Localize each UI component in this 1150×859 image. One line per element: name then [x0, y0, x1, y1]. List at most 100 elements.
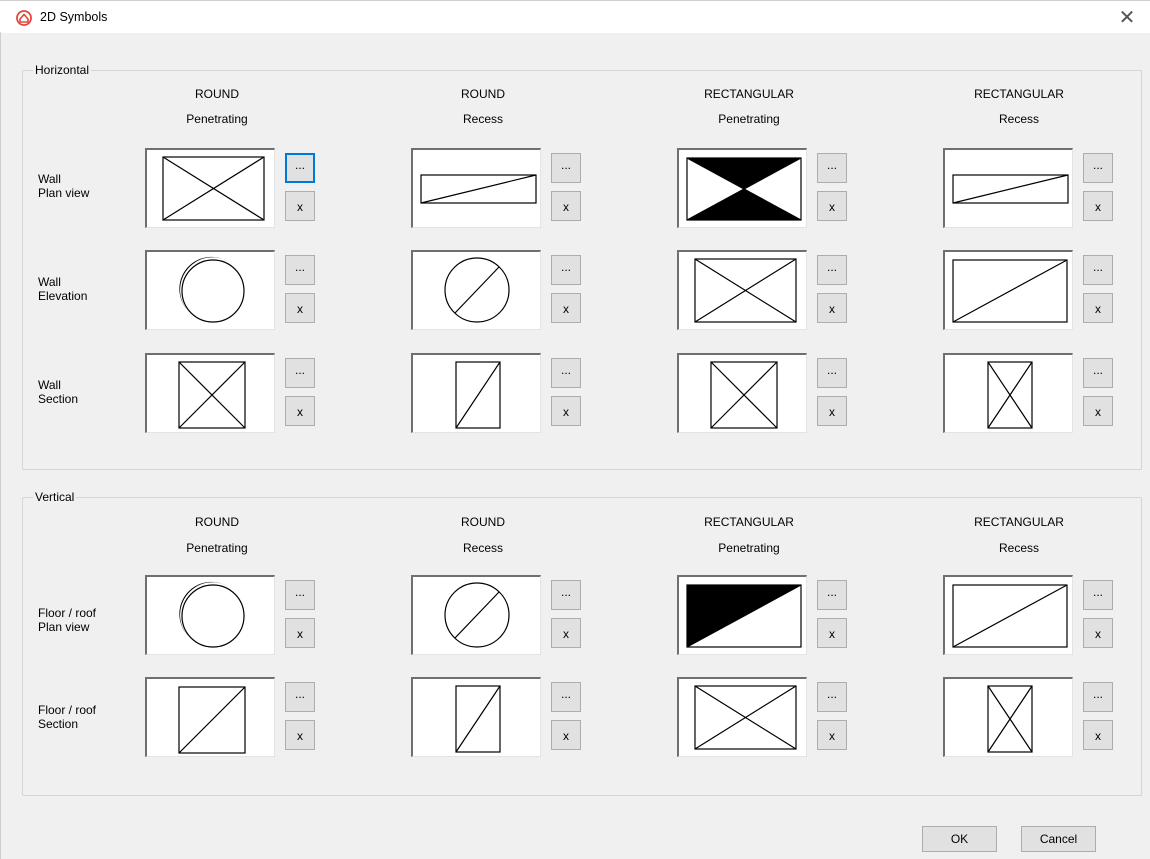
column-type-header: Recess [998, 112, 1039, 126]
symbol-preview [943, 677, 1073, 757]
clear-symbol-button[interactable]: x [551, 618, 581, 648]
close-button[interactable]: ✕ [1104, 1, 1150, 33]
clear-symbol-button[interactable]: x [817, 191, 847, 221]
browse-symbol-button[interactable]: ... [551, 153, 581, 183]
browse-symbol-button[interactable]: ... [285, 580, 315, 610]
symbol-preview [145, 575, 275, 655]
row-label: Wall Elevation [38, 275, 88, 303]
square-x-symbol-icon [178, 361, 246, 429]
symbol-preview [943, 250, 1073, 330]
bowtie-filled-symbol-icon [686, 157, 802, 221]
clear-symbol-button[interactable]: x [817, 293, 847, 323]
column-shape-header: ROUND [195, 515, 239, 529]
browse-symbol-button[interactable]: ... [551, 358, 581, 388]
browse-symbol-button[interactable]: ... [285, 255, 315, 285]
clear-icon: x [297, 405, 303, 419]
clear-symbol-button[interactable]: x [285, 720, 315, 750]
column-shape-header: ROUND [461, 87, 505, 101]
clear-symbol-button[interactable]: x [817, 396, 847, 426]
clear-symbol-button[interactable]: x [285, 293, 315, 323]
clear-icon: x [829, 729, 835, 743]
ellipsis-icon: ... [826, 363, 837, 377]
browse-symbol-button[interactable]: ... [285, 682, 315, 712]
browse-symbol-button[interactable]: ... [817, 682, 847, 712]
column-type-header: Recess [462, 541, 503, 555]
clear-symbol-button[interactable]: x [551, 720, 581, 750]
row-label: Wall Plan view [38, 172, 90, 200]
clear-symbol-button[interactable]: x [817, 720, 847, 750]
browse-symbol-button[interactable]: ... [1083, 255, 1113, 285]
ellipsis-icon: ... [826, 158, 837, 172]
clear-symbol-button[interactable]: x [1083, 618, 1113, 648]
clear-icon: x [829, 405, 835, 419]
clear-icon: x [297, 729, 303, 743]
ellipsis-icon: ... [560, 260, 571, 274]
clear-icon: x [563, 729, 569, 743]
browse-symbol-button[interactable]: ... [1083, 358, 1113, 388]
browse-symbol-button[interactable]: ... [817, 255, 847, 285]
column-shape-header: RECTANGULAR [704, 87, 794, 101]
browse-symbol-button[interactable]: ... [1083, 580, 1113, 610]
ellipsis-icon: ... [1092, 687, 1103, 701]
clear-icon: x [1095, 627, 1101, 641]
close-icon: ✕ [1118, 6, 1136, 29]
ellipsis-icon: ... [1092, 585, 1103, 599]
clear-icon: x [563, 302, 569, 316]
ellipsis-icon: ... [294, 363, 305, 377]
clear-symbol-button[interactable]: x [1083, 293, 1113, 323]
browse-symbol-button[interactable]: ... [285, 153, 315, 183]
clear-symbol-button[interactable]: x [551, 293, 581, 323]
ok-label: OK [950, 832, 969, 846]
ellipsis-icon: ... [294, 260, 305, 274]
column-shape-header: ROUND [461, 515, 505, 529]
column-shape-header: RECTANGULAR [704, 515, 794, 529]
clear-icon: x [563, 405, 569, 419]
clear-symbol-button[interactable]: x [1083, 191, 1113, 221]
ellipsis-icon: ... [826, 260, 837, 274]
rect-diag-thin-symbol-icon [952, 174, 1069, 204]
browse-symbol-button[interactable]: ... [817, 358, 847, 388]
clear-icon: x [1095, 302, 1101, 316]
clear-symbol-button[interactable]: x [551, 191, 581, 221]
circle-crescent-symbol-icon [179, 256, 245, 323]
clear-icon: x [1095, 729, 1101, 743]
rect-x-symbol-icon [694, 685, 797, 750]
ok-button[interactable]: OK [922, 826, 997, 852]
clear-symbol-button[interactable]: x [285, 396, 315, 426]
clear-symbol-button[interactable]: x [285, 618, 315, 648]
ellipsis-icon: ... [294, 687, 305, 701]
row-label: Floor / roof Section [38, 703, 97, 731]
ellipsis-icon: ... [826, 585, 837, 599]
cancel-button[interactable]: Cancel [1021, 826, 1096, 852]
browse-symbol-button[interactable]: ... [1083, 682, 1113, 712]
clear-symbol-button[interactable]: x [551, 396, 581, 426]
ellipsis-icon: ... [1092, 260, 1103, 274]
browse-symbol-button[interactable]: ... [1083, 153, 1113, 183]
column-type-header: Penetrating [718, 112, 780, 126]
browse-symbol-button[interactable]: ... [817, 153, 847, 183]
rect-half-filled-symbol-icon [686, 584, 802, 648]
narrow-x-symbol-icon [987, 685, 1033, 753]
browse-symbol-button[interactable]: ... [551, 255, 581, 285]
column-type-header: Recess [462, 112, 503, 126]
clear-icon: x [829, 200, 835, 214]
ellipsis-icon: ... [1092, 158, 1103, 172]
window-border [0, 32, 1, 859]
browse-symbol-button[interactable]: ... [285, 358, 315, 388]
browse-symbol-button[interactable]: ... [551, 580, 581, 610]
rect-x-symbol-icon [694, 258, 797, 323]
symbol-preview [943, 353, 1073, 433]
clear-symbol-button[interactable]: x [1083, 720, 1113, 750]
symbol-preview [145, 677, 275, 757]
clear-symbol-button[interactable]: x [817, 618, 847, 648]
clear-symbol-button[interactable]: x [1083, 396, 1113, 426]
browse-symbol-button[interactable]: ... [817, 580, 847, 610]
clear-symbol-button[interactable]: x [285, 191, 315, 221]
symbol-preview [145, 250, 275, 330]
clear-icon: x [829, 302, 835, 316]
browse-symbol-button[interactable]: ... [551, 682, 581, 712]
clear-icon: x [563, 627, 569, 641]
clear-icon: x [297, 627, 303, 641]
symbol-preview [411, 148, 541, 228]
column-type-header: Recess [998, 541, 1039, 555]
